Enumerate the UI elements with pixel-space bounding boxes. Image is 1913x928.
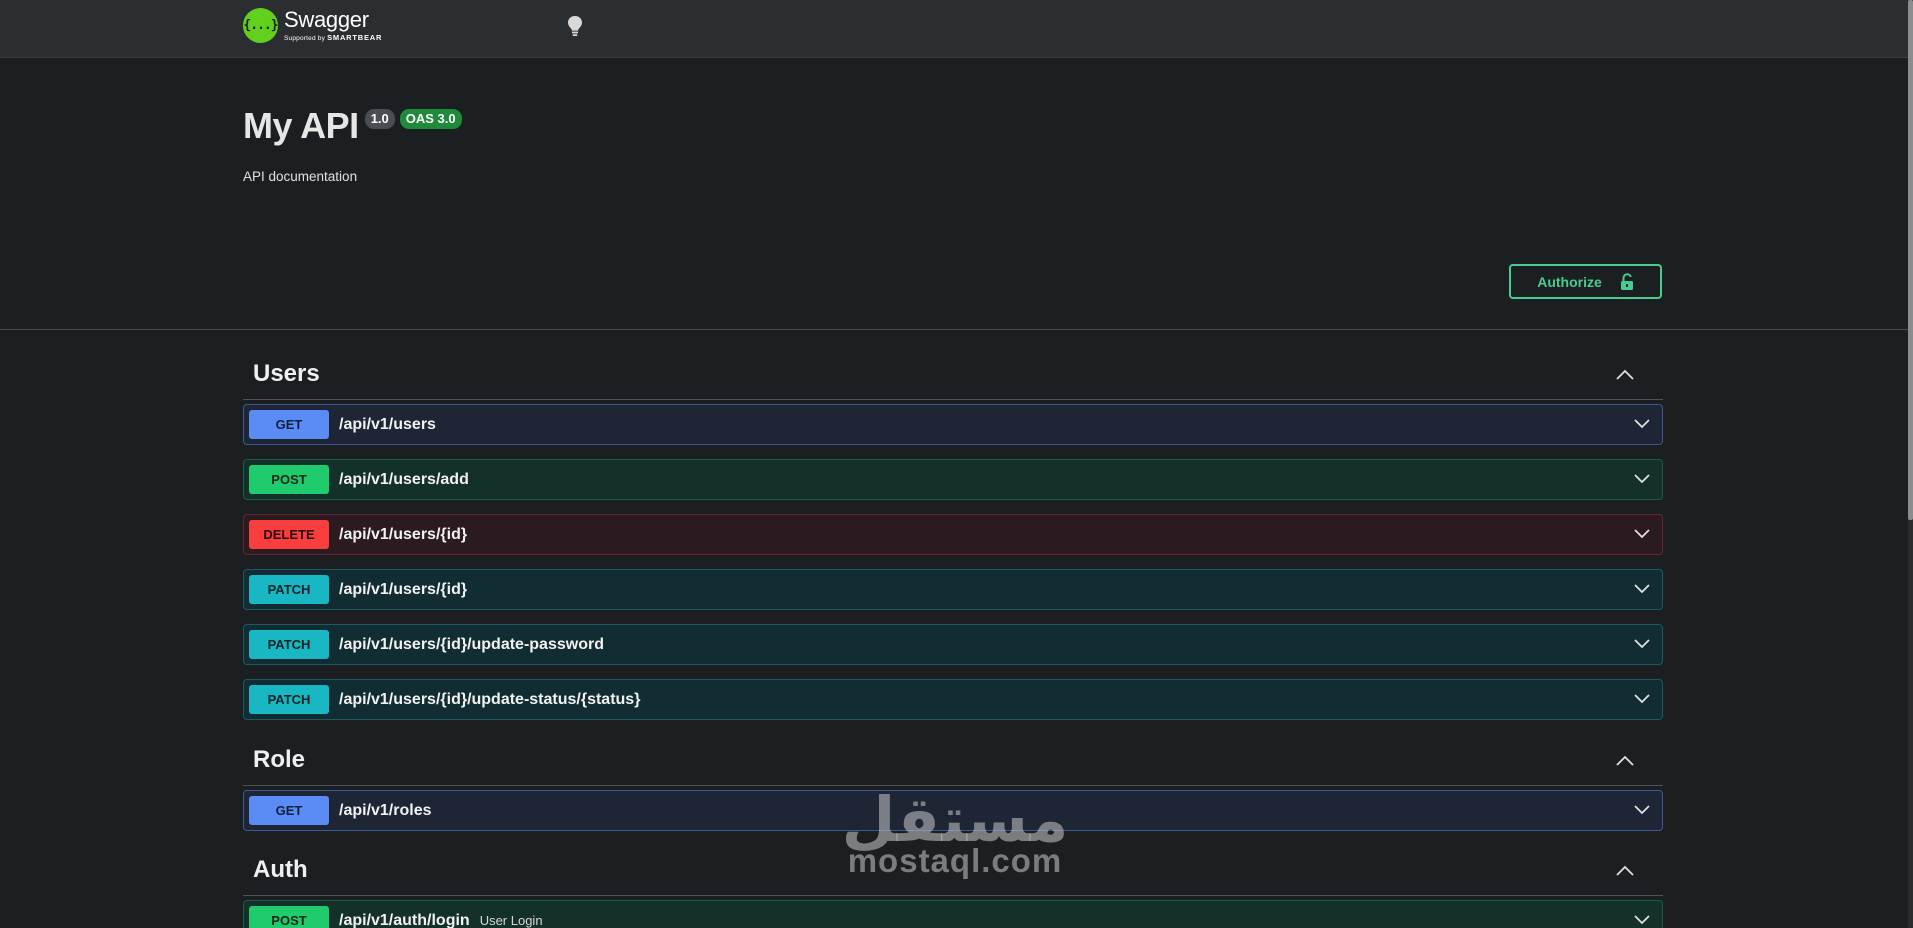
api-title: My API <box>243 105 359 146</box>
scrollbar-thumb[interactable] <box>1908 0 1913 520</box>
logo-text: Swagger Supported by SMARTBEAR <box>284 6 382 43</box>
api-title-row: My API 1.0 OAS 3.0 <box>243 105 462 147</box>
authorize-button[interactable]: Authorize <box>1509 264 1662 299</box>
tag-auth[interactable]: Auth <box>243 844 1663 896</box>
tag-title: Auth <box>253 856 308 883</box>
logo-brand-text: SMARTBEAR <box>327 32 383 42</box>
api-info: My API 1.0 OAS 3.0 API documentation <box>243 105 462 184</box>
api-description: API documentation <box>243 169 358 184</box>
method-badge-patch: PATCH <box>249 575 329 604</box>
operation-row[interactable]: POST /api/v1/users/add <box>243 459 1663 500</box>
tag-title: Role <box>253 746 306 773</box>
tag-role[interactable]: Role <box>243 734 1663 786</box>
operation-path: /api/v1/users/{id}/update-password <box>339 635 604 653</box>
method-badge-post: POST <box>249 906 329 928</box>
method-badge-delete: DELETE <box>249 520 329 549</box>
chevron-down-icon[interactable] <box>1633 473 1651 485</box>
operation-path: /api/v1/users/add <box>339 470 469 488</box>
logo-supported-text: Supported by <box>284 34 326 42</box>
operation-row[interactable]: GET /api/v1/roles <box>243 790 1663 831</box>
chevron-down-icon[interactable] <box>1633 418 1651 430</box>
chevron-down-icon[interactable] <box>1633 638 1651 650</box>
operation-path: /api/v1/roles <box>339 801 432 819</box>
operation-row[interactable]: GET /api/v1/users <box>243 404 1663 445</box>
tag-users[interactable]: Users <box>243 348 1663 400</box>
method-badge-get: GET <box>249 410 329 439</box>
operation-summary: User Login <box>479 913 543 928</box>
chevron-down-icon[interactable] <box>1633 693 1651 705</box>
chevron-up-icon[interactable] <box>1615 368 1635 382</box>
vertical-scrollbar[interactable] <box>1908 0 1913 928</box>
method-badge-get: GET <box>249 796 329 825</box>
swagger-logo[interactable]: {...} Swagger Supported by SMARTBEAR <box>243 8 382 43</box>
version-badge: 1.0 <box>364 109 395 129</box>
chevron-down-icon[interactable] <box>1633 528 1651 540</box>
operation-path: /api/v1/users/{id} <box>339 580 468 598</box>
logo-title: Swagger <box>284 6 369 32</box>
oas-badge: OAS 3.0 <box>399 109 462 129</box>
logo-subtitle: Supported by SMARTBEAR <box>284 34 382 43</box>
unlocked-padlock-icon <box>1620 272 1633 290</box>
method-badge-post: POST <box>249 465 329 494</box>
operation-path: /api/v1/users <box>339 415 436 433</box>
operation-row[interactable]: PATCH /api/v1/users/{id} <box>243 569 1663 610</box>
lightbulb-icon[interactable] <box>566 15 584 37</box>
method-badge-patch: PATCH <box>249 685 329 714</box>
method-badge-patch: PATCH <box>249 630 329 659</box>
chevron-up-icon[interactable] <box>1615 864 1635 878</box>
tag-title: Users <box>253 360 320 387</box>
operation-row[interactable]: PATCH /api/v1/users/{id}/update-password <box>243 624 1663 665</box>
operation-path: /api/v1/auth/login <box>339 911 470 928</box>
section-divider <box>0 329 1908 330</box>
swagger-logo-icon: {...} <box>243 8 279 43</box>
operation-path: /api/v1/users/{id} <box>339 525 468 543</box>
chevron-down-icon[interactable] <box>1633 804 1651 816</box>
operation-row[interactable]: POST /api/v1/auth/login User Login <box>243 900 1663 928</box>
chevron-down-icon[interactable] <box>1633 583 1651 595</box>
operation-row[interactable]: DELETE /api/v1/users/{id} <box>243 514 1663 555</box>
operation-row[interactable]: PATCH /api/v1/users/{id}/update-status/{… <box>243 679 1663 720</box>
chevron-up-icon[interactable] <box>1615 754 1635 768</box>
authorize-label: Authorize <box>1537 273 1602 290</box>
chevron-down-icon[interactable] <box>1633 914 1651 926</box>
operation-path: /api/v1/users/{id}/update-status/{status… <box>339 690 641 708</box>
top-bar: {...} Swagger Supported by SMARTBEAR <box>0 0 1908 58</box>
